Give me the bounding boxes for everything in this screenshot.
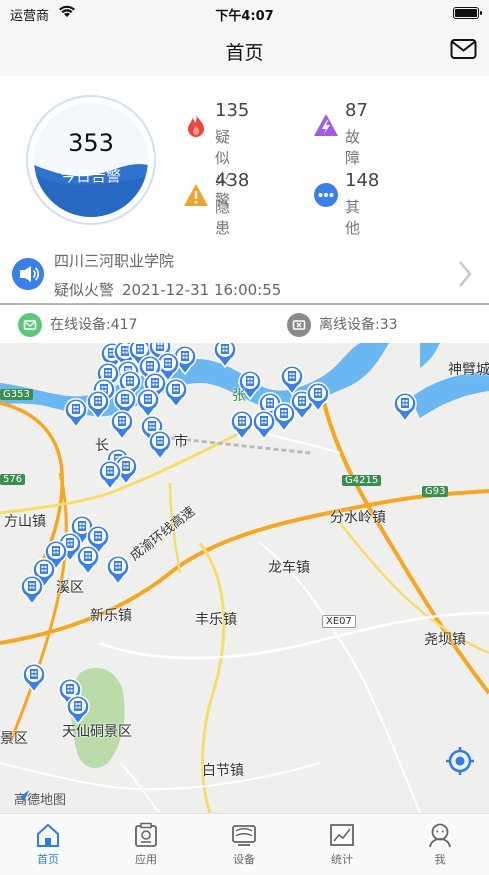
device-marker[interactable] (98, 460, 122, 491)
today-alarm-label: 今日告警 (60, 167, 121, 185)
map-label: 尧坝镇 (424, 632, 466, 648)
device-status-bar: 在线设备:417 离线设备:33 (0, 307, 489, 343)
battery-icon (453, 7, 482, 19)
fire-icon (188, 114, 204, 137)
alarm-location: 四川三河职业学院 (54, 252, 175, 270)
device-marker[interactable] (106, 555, 130, 586)
stat-value: 148 (345, 170, 380, 191)
device-marker[interactable] (230, 410, 254, 441)
map-label: 市 (174, 434, 188, 450)
device-marker[interactable] (110, 410, 134, 441)
mail-icon[interactable] (450, 38, 477, 60)
road-shield: G353 (0, 389, 33, 400)
tab-stats[interactable]: 统计 (312, 822, 372, 867)
clock: 下午4:07 (215, 9, 274, 24)
map-label: 分水岭镇 (330, 510, 386, 526)
road-shield: G4215 (342, 475, 382, 486)
device-marker[interactable] (66, 695, 90, 726)
warning-triangle-icon (184, 184, 208, 206)
profile-icon (429, 823, 451, 848)
tab-home[interactable]: 首页 (18, 822, 78, 867)
map-label: 新乐镇 (90, 608, 132, 624)
tab-label: 应用 (135, 853, 157, 866)
tab-bar: 首页 应用 设备 统计 我 (0, 813, 489, 875)
device-map[interactable]: 神臂城 张 市 长 方山镇 分水岭镇 龙车镇 新乐镇 丰乐镇 尧坝镇 溪区 天仙… (0, 343, 489, 813)
page-title: 首页 (225, 42, 264, 64)
device-marker[interactable] (136, 388, 160, 419)
tab-label: 设备 (233, 853, 255, 866)
alarm-type: 疑似火警 (54, 281, 115, 299)
map-label: 龙车镇 (268, 560, 310, 576)
map-watermark: 高德地图 (14, 789, 66, 808)
device-marker[interactable] (252, 410, 276, 441)
today-alarm-gauge[interactable]: 353 今日告警 (26, 95, 156, 225)
map-label: 天仙硐景区 (62, 724, 132, 740)
alarm-summary: 353 今日告警 135 疑似火警 87 故障 438 隐患 148 其他 (0, 76, 489, 241)
tab-apps[interactable]: 应用 (116, 822, 176, 867)
amap-logo-icon (15, 790, 29, 802)
alarm-detail: 疑似火警 2021-12-31 16:00:55 (54, 279, 281, 300)
online-device-icon (18, 313, 42, 337)
wave-graphic (34, 164, 148, 217)
stat-name: 隐患 (215, 198, 231, 237)
offline-devices[interactable]: 离线设备:33 (287, 313, 398, 337)
status-bar: 运营商 下午4:07 (0, 0, 489, 26)
tab-label: 我 (434, 853, 446, 866)
offline-devices-label: 离线设备:33 (319, 317, 398, 333)
device-marker[interactable] (280, 365, 304, 396)
map-label: 长 (95, 438, 109, 454)
stat-value: 438 (215, 170, 250, 191)
apps-icon (135, 822, 157, 847)
road-shield: G93 (422, 486, 449, 497)
locate-icon[interactable] (444, 745, 476, 777)
map-label: 张 (232, 388, 246, 404)
chevron-right-icon (459, 261, 472, 287)
stat-value: 87 (345, 100, 368, 121)
map-label: 神臂城 (448, 362, 489, 378)
device-marker[interactable] (22, 663, 46, 694)
stat-name: 故障 (345, 128, 361, 167)
fault-bolt-icon (314, 114, 338, 136)
device-marker[interactable] (20, 575, 44, 606)
stat-value: 135 (215, 100, 250, 121)
map-label: 丰乐镇 (195, 612, 237, 628)
device-marker[interactable] (213, 343, 237, 369)
chart-icon (330, 824, 354, 846)
device-marker[interactable] (76, 545, 100, 576)
map-label: 景区 (0, 731, 28, 747)
device-marker[interactable] (164, 378, 188, 409)
device-marker[interactable] (64, 398, 88, 429)
device-marker[interactable] (86, 390, 110, 421)
road-shield: XE07 (322, 615, 356, 628)
nav-bar: 首页 (0, 26, 489, 76)
online-devices-label: 在线设备:417 (50, 317, 138, 333)
tab-label: 统计 (331, 853, 353, 866)
tab-label: 首页 (37, 853, 59, 866)
today-alarm-count: 353 (68, 129, 114, 157)
device-marker[interactable] (393, 392, 417, 423)
map-label: 方山镇 (4, 514, 46, 530)
online-devices[interactable]: 在线设备:417 (18, 313, 137, 337)
home-icon (37, 823, 59, 847)
alarm-timestamp: 2021-12-31 16:00:55 (122, 281, 282, 299)
device-icon (232, 825, 256, 846)
device-marker[interactable] (272, 402, 296, 433)
tab-profile[interactable]: 我 (410, 822, 470, 867)
device-marker[interactable] (148, 430, 172, 461)
road-shield: 576 (0, 474, 26, 485)
offline-device-icon (287, 313, 311, 337)
stat-name: 其他 (345, 198, 361, 237)
map-label: 白节镇 (202, 763, 244, 779)
tab-device[interactable]: 设备 (214, 822, 274, 867)
more-dots-icon (314, 183, 338, 207)
latest-alarm-notice[interactable]: 四川三河职业学院 疑似火警 2021-12-31 16:00:55 (0, 241, 489, 305)
speaker-icon (12, 258, 44, 290)
map-label: 溪区 (56, 580, 84, 596)
